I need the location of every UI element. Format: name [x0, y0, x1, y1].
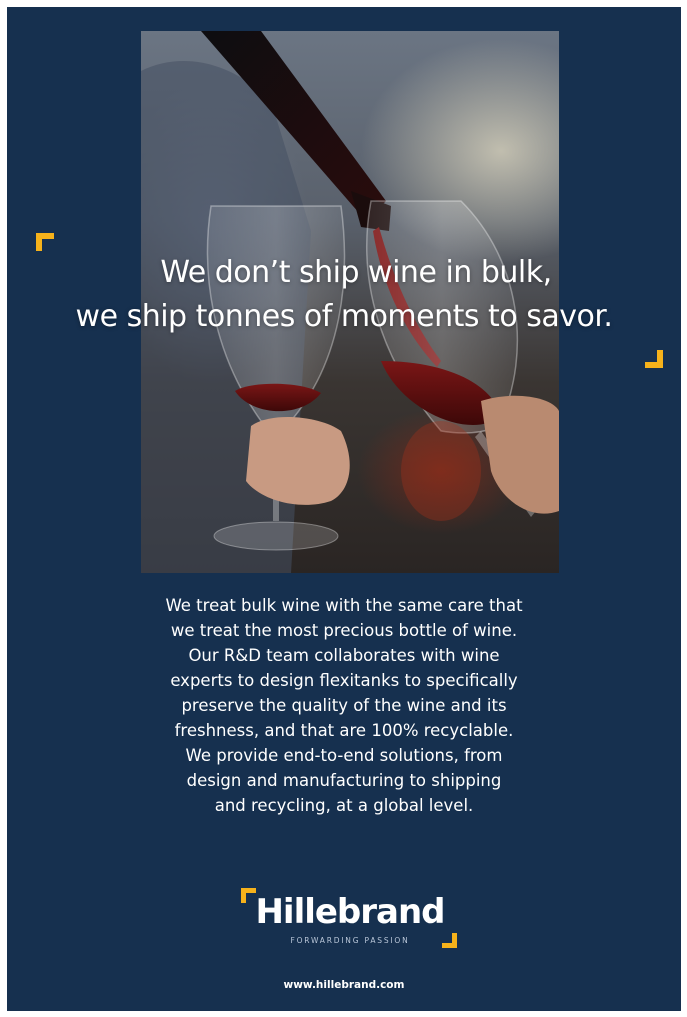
body-line: Our R&D team collaborates with wine: [188, 646, 500, 665]
website-link[interactable]: www.hillebrand.com: [7, 979, 681, 991]
body-copy: We treat bulk wine with the same care th…: [119, 593, 569, 818]
corner-bracket-icon: [36, 233, 54, 251]
headline-line: we ship tonnes of moments to savor.: [75, 299, 613, 334]
body-line: design and manufacturing to shipping: [186, 771, 502, 790]
body-line: and recycling, at a global level.: [214, 796, 474, 815]
body-line: We provide end-to-end solutions, from: [185, 746, 503, 765]
hillebrand-logo: Hillebrand FORWARDING PASSION: [236, 888, 468, 954]
body-line: preserve the quality of the wine and its: [181, 696, 507, 715]
logo-wordmark: Hillebrand: [255, 892, 445, 932]
headline-line: We don’t ship wine in bulk,: [160, 255, 552, 290]
ad-poster: We don’t ship wine in bulk, we ship tonn…: [7, 7, 681, 1011]
body-line: freshness, and that are 100% recyclable.: [174, 721, 514, 740]
logo-tagline: FORWARDING PASSION: [290, 936, 410, 945]
corner-bracket-icon: [645, 350, 663, 368]
body-line: We treat bulk wine with the same care th…: [165, 596, 523, 615]
body-line: experts to design flexitanks to specific…: [170, 671, 518, 690]
headline: We don’t ship wine in bulk, we ship tonn…: [7, 251, 681, 339]
body-line: we treat the most precious bottle of win…: [170, 621, 518, 640]
